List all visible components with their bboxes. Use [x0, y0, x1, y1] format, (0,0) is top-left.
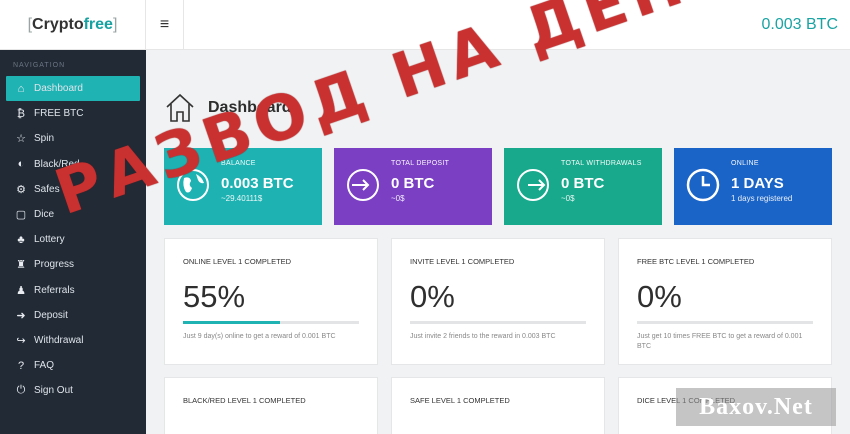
sign-out-icon: ↪: [16, 334, 26, 347]
stat-subtext: ~0$: [391, 194, 405, 203]
stat-label: TOTAL DEPOSIT: [391, 160, 450, 167]
achievement-progress-bar: [183, 321, 359, 324]
bitcoin-icon: ₿: [16, 107, 26, 120]
sign-in-icon: ➜: [16, 309, 26, 322]
sidebar-item-lottery[interactable]: ♣ Lottery: [0, 227, 146, 252]
stat-value: 0.003 BTC: [221, 175, 294, 192]
stat-subtext: ~29.40111$: [221, 194, 263, 203]
sidebar-item-free-btc[interactable]: ₿ FREE BTC: [0, 101, 146, 126]
stat-tile-online: ONLINE 1 DAYS 1 days registered: [674, 148, 832, 225]
sidebar-item-progress[interactable]: ♜ Progress: [0, 252, 146, 277]
sidebar-item-deposit[interactable]: ➜ Deposit: [0, 303, 146, 328]
achievement-card: ONLINE LEVEL 1 COMPLETED 55% Just 9 day(s)…: [164, 238, 378, 365]
achievement-progress-bar: [410, 321, 586, 324]
achievement-percent: 0%: [410, 279, 455, 314]
achievement-title: INVITE LEVEL 1 COMPLETED: [410, 257, 515, 266]
star-icon: ☆: [16, 133, 26, 146]
achievement-title: FREE BTC LEVEL 1 COMPLETED: [637, 257, 755, 266]
sidebar-item-label: Progress: [34, 259, 75, 271]
sidebar-item-faq[interactable]: ? FAQ: [0, 353, 146, 378]
sidebar-item-label: Deposit: [34, 309, 68, 321]
question-icon: ?: [17, 359, 25, 372]
achievement-description: Just invite 2 friends to the reward in 0…: [410, 333, 556, 340]
sign-in-circle-icon: [347, 169, 379, 201]
achievement-title: ONLINE LEVEL 1 COMPLETED: [183, 257, 292, 266]
square-icon: ▢: [15, 209, 27, 222]
logo-word-free: free: [83, 16, 113, 33]
brand-logo[interactable]: [ Crypto free ]: [0, 0, 146, 50]
stat-label: TOTAL WITHDRAWALS: [561, 160, 642, 167]
stat-tile-total-withdrawals: TOTAL WITHDRAWALS 0 BTC ~0$: [504, 148, 662, 225]
stat-subtext: ~0$: [561, 194, 575, 203]
users-icon: ♟: [16, 284, 26, 297]
achievement-percent: 55%: [183, 279, 246, 314]
power-icon: ⏻: [16, 384, 26, 397]
watermark: Baxov.Net: [676, 388, 836, 426]
achievement-description: Just get 10 times FREE BTC to get a rewa…: [637, 333, 803, 350]
logo-bracket-close: ]: [112, 16, 118, 33]
sidebar-item-label: Lottery: [34, 234, 65, 246]
sign-out-circle-icon: [517, 169, 549, 201]
stat-value: 0 BTC: [561, 175, 605, 192]
sidebar-item-dashboard[interactable]: ⌂ Dashboard: [6, 76, 140, 102]
sidebar-item-label: Dice: [34, 209, 55, 221]
stat-label: ONLINE: [731, 160, 759, 167]
nav-heading: NAVIGATION: [13, 62, 66, 69]
home-icon: ⌂: [17, 82, 25, 95]
sidebar-item-withdrawal[interactable]: ↪ Withdrawal: [0, 328, 146, 353]
clock-icon: [686, 168, 720, 202]
stat-tile-total-deposit: TOTAL DEPOSIT 0 BTC ~0$: [334, 148, 492, 225]
achievement-card: FREE BTC LEVEL 1 COMPLETED 0% Just get 10 …: [618, 238, 832, 365]
sidebar-item-referrals[interactable]: ♟ Referrals: [0, 278, 146, 303]
achievement-card: SAFE LEVEL 1 COMPLETED: [391, 377, 605, 434]
sidebar-item-label: Referrals: [34, 284, 75, 296]
sidebar-item-label: Spin: [34, 133, 55, 145]
achievement-title: SAFE LEVEL 1 COMPLETED: [410, 396, 510, 405]
stat-value: 1 DAYS: [731, 175, 784, 192]
sidebar-item-label: Sign Out: [34, 385, 73, 397]
stat-value: 0 BTC: [391, 175, 435, 192]
achievement-card: BLACK/RED LEVEL 1 COMPLETED: [164, 377, 378, 434]
achievement-title: BLACK/RED LEVEL 1 COMPLETED: [183, 396, 306, 405]
logo-word-crypto: Crypto: [32, 16, 84, 33]
achievement-description: Just 9 day(s) online to get a reward of …: [183, 333, 336, 340]
half-circle-icon: ◐: [17, 158, 25, 171]
sidebar-item-label: FREE BTC: [34, 108, 84, 120]
sidebar-item-label: FAQ: [34, 360, 55, 372]
stat-subtext: 1 days registered: [731, 194, 793, 203]
sidebar-item-label: Dashboard: [34, 83, 83, 95]
clover-icon: ♣: [17, 233, 25, 246]
hamburger-icon[interactable]: ≡: [146, 0, 184, 50]
achievement-progress-bar: [637, 321, 813, 324]
safe-icon: ⚙: [16, 183, 26, 196]
sidebar-item-label: Withdrawal: [34, 334, 84, 346]
progress-fill: [183, 321, 280, 324]
achievement-card: INVITE LEVEL 1 COMPLETED 0% Just invite 2 …: [391, 238, 605, 365]
trophy-icon: ♜: [16, 259, 26, 272]
achievement-percent: 0%: [637, 279, 682, 314]
sidebar: NAVIGATION ⌂ Dashboard ₿ FREE BTC ☆ Spin ◐ Blac…: [0, 50, 146, 434]
sidebar-item-sign-out[interactable]: ⏻ Sign Out: [0, 378, 146, 403]
header-balance: 0.003 BTC: [761, 16, 838, 33]
